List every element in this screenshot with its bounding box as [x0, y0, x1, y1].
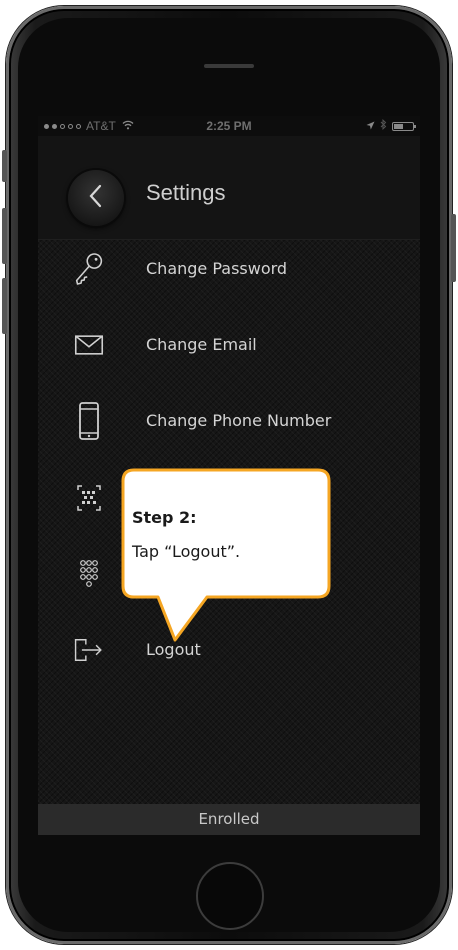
tutorial-callout — [121, 468, 331, 642]
callout-body: Tap “Logout”. — [132, 542, 241, 561]
callout-title: Step 2: — [132, 508, 197, 527]
